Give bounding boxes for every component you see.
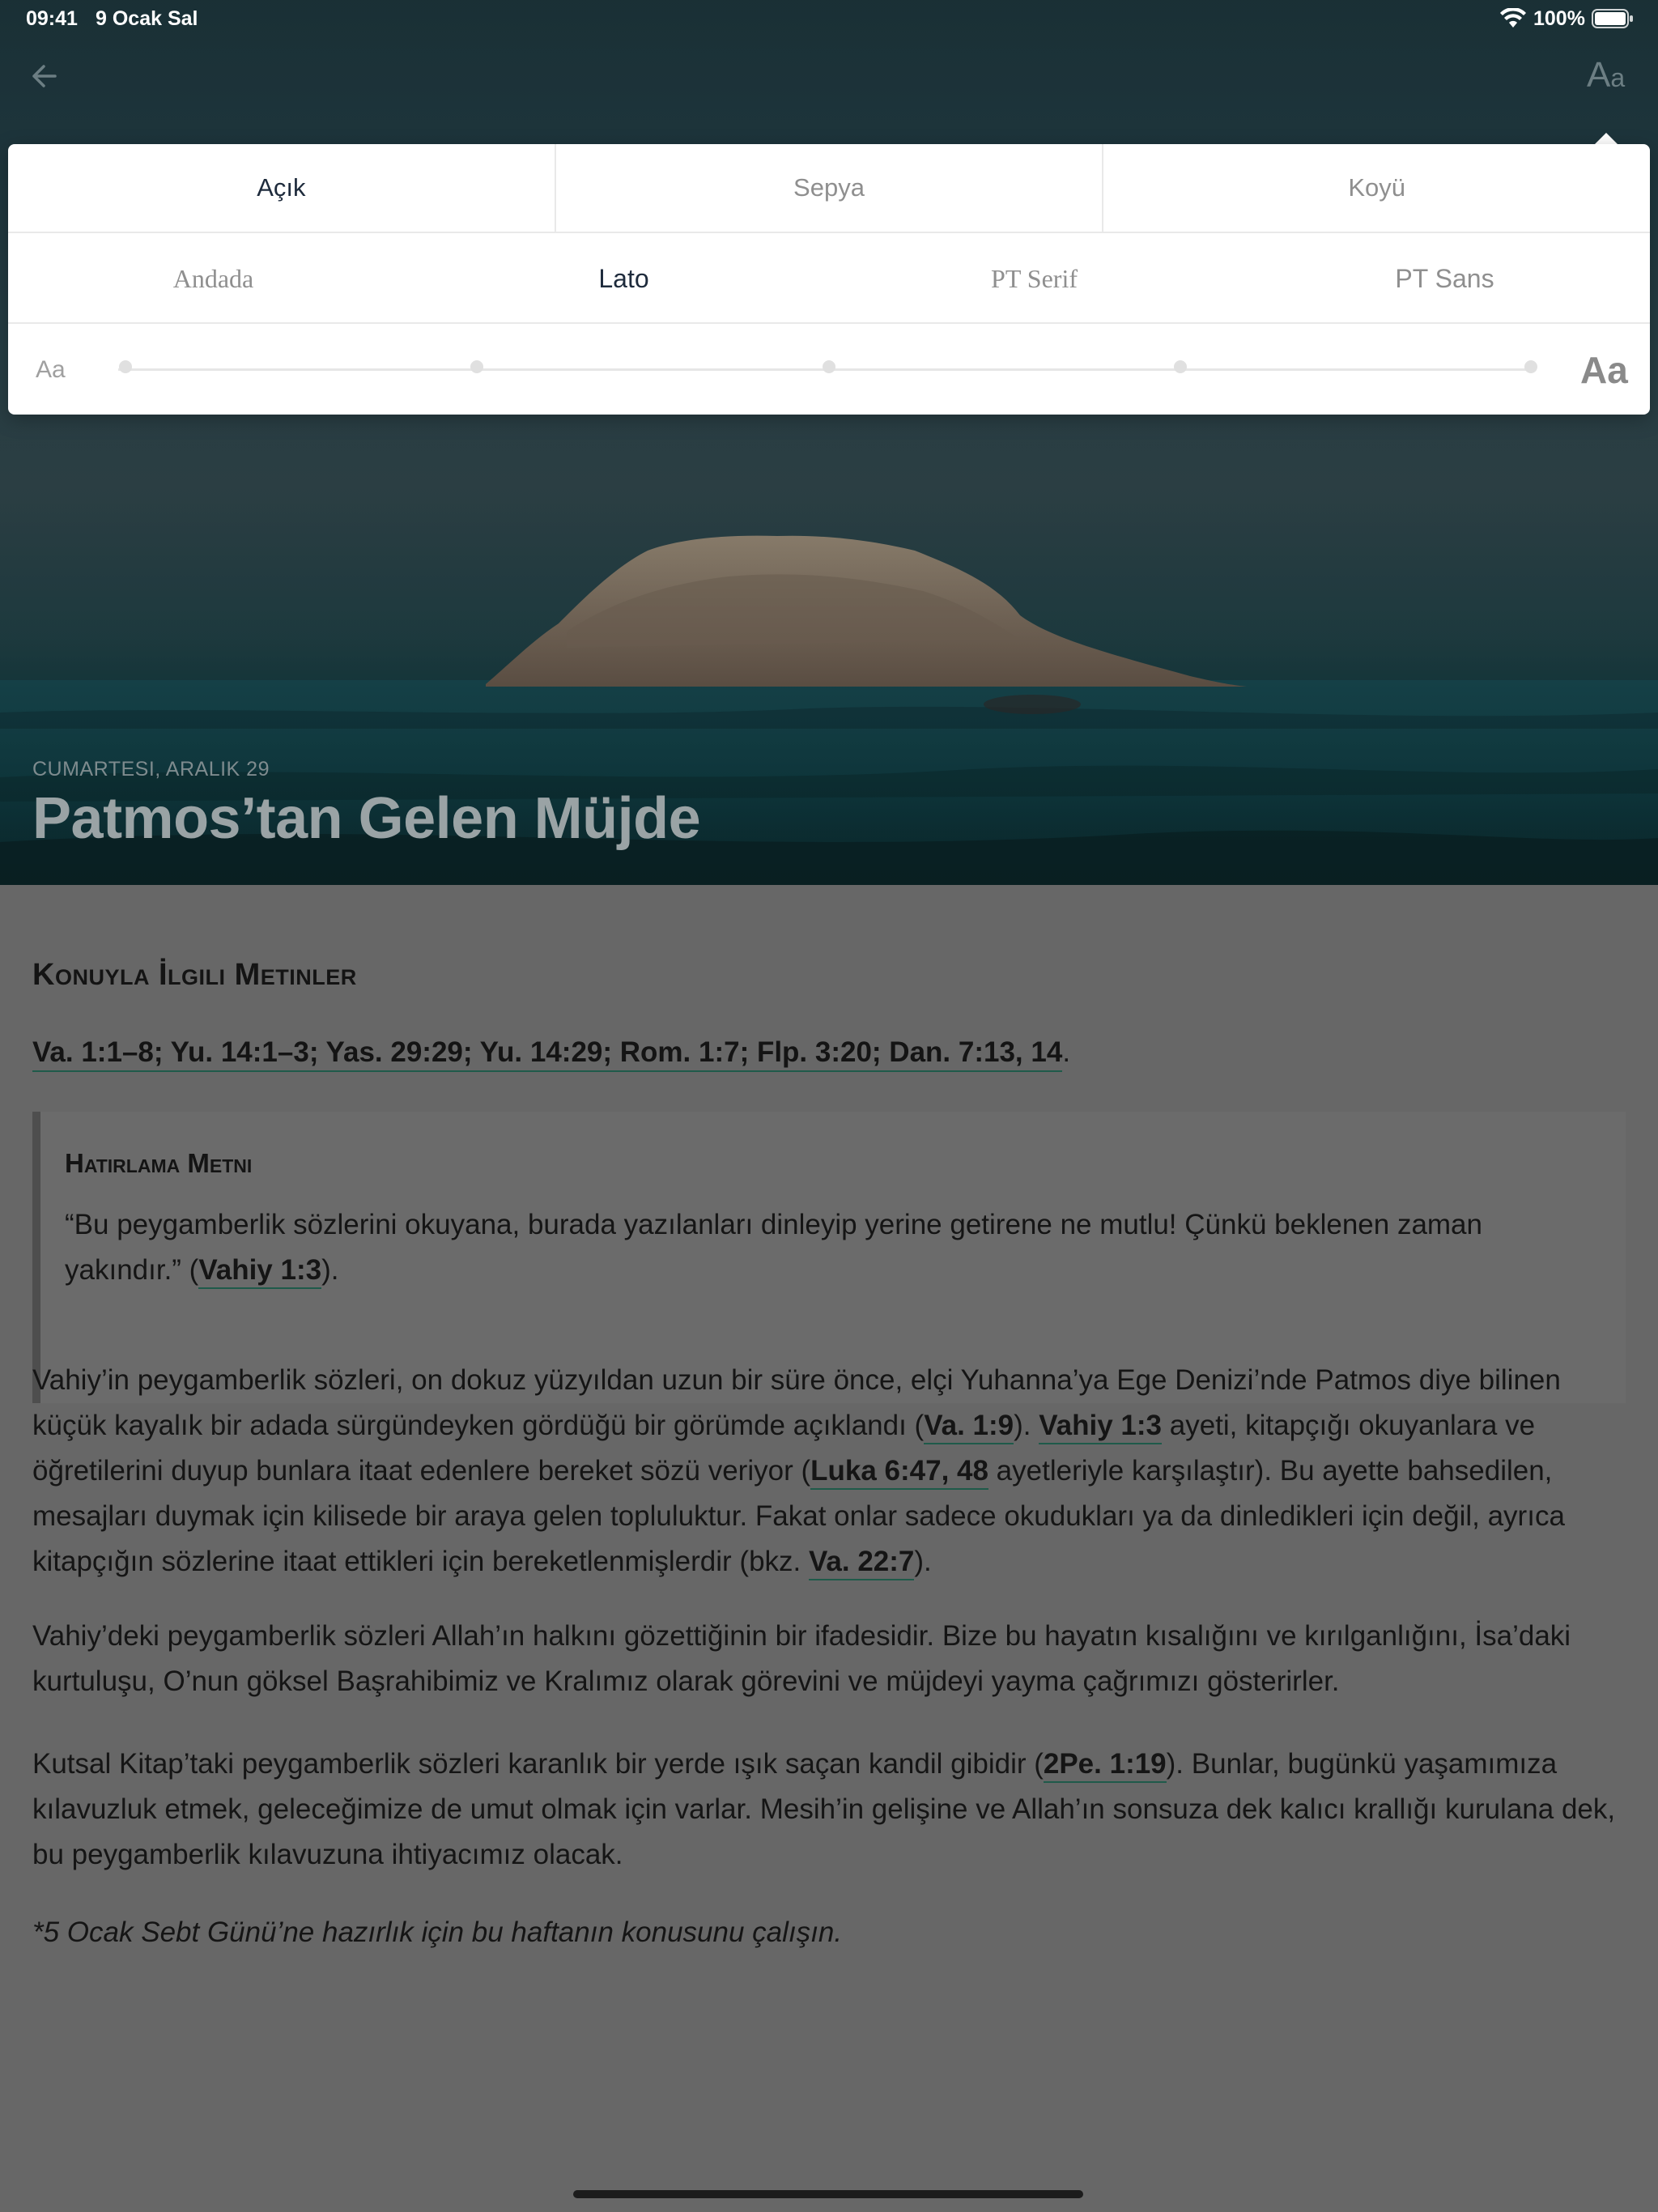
hero-shade xyxy=(0,0,1658,885)
lesson-title: Patmos’tan Gelen Müjde xyxy=(32,786,701,851)
font-andada-button[interactable]: Andada xyxy=(8,235,419,322)
arrow-left-icon[interactable] xyxy=(28,60,60,92)
memory-verse-end: ). xyxy=(321,1254,339,1286)
paragraph-1-text-e: ). xyxy=(914,1546,932,1577)
theme-sepia-button[interactable]: Sepya xyxy=(556,144,1104,232)
related-texts-heading: Konuyla İlgili Metinler xyxy=(32,958,357,992)
verse-link-2pe-1-19[interactable]: 2Pe. 1:19 xyxy=(1043,1748,1167,1783)
font-size-stop-2[interactable] xyxy=(470,360,483,373)
references-end: . xyxy=(1062,1036,1071,1068)
verse-link-luka-6-47[interactable]: Luka 6:47, 48 xyxy=(810,1455,988,1490)
font-pt-serif-button[interactable]: PT Serif xyxy=(829,235,1239,322)
study-note: *5 Ocak Sebt Günü’ne hazırlık için bu ha… xyxy=(32,1916,843,1948)
related-texts-references: Va. 1:1–8; Yu. 14:1–3; Yas. 29:29; Yu. 1… xyxy=(32,1036,1071,1072)
wifi-icon xyxy=(1500,8,1526,28)
font-size-small-label: Aa xyxy=(36,356,66,383)
font-selector: Andada Lato PT Serif PT Sans xyxy=(8,235,1650,324)
reader-page: 09:41 9 Ocak Sal 100% Aa CUMARTESI, ARAL… xyxy=(0,0,1658,2212)
verse-link-va-22-7[interactable]: Va. 22:7 xyxy=(809,1546,915,1580)
memory-verse-text: “Bu peygamberlik sözlerini okuyana, bura… xyxy=(65,1202,1603,1293)
verse-link-va-1-9[interactable]: Va. 1:9 xyxy=(924,1410,1014,1444)
verse-link-vahiy-1-3[interactable]: Vahiy 1:3 xyxy=(1039,1410,1162,1444)
font-size-stop-1[interactable] xyxy=(119,360,132,373)
text-settings-big-a: A xyxy=(1587,55,1611,95)
theme-dark-button[interactable]: Koyü xyxy=(1103,144,1650,232)
theme-light-button[interactable]: Açık xyxy=(8,144,556,232)
lesson-date: CUMARTESI, ARALIK 29 xyxy=(32,758,270,781)
text-settings-small-a: a xyxy=(1610,63,1626,92)
memory-verse-heading: Hatırlama Metni xyxy=(65,1148,253,1178)
text-settings-button[interactable]: Aa xyxy=(1587,55,1625,96)
paragraph-1-text-b: ). xyxy=(1014,1410,1039,1441)
paragraph-1: Vahiy’in peygamberlik sözleri, on dokuz … xyxy=(32,1358,1619,1585)
font-pt-sans-button[interactable]: PT Sans xyxy=(1239,235,1650,322)
hero-image: 09:41 9 Ocak Sal 100% Aa CUMARTESI, ARAL… xyxy=(0,0,1658,885)
font-lato-button[interactable]: Lato xyxy=(419,235,829,322)
status-time: 09:41 xyxy=(26,7,78,30)
reading-settings-popover: Açık Sepya Koyü Andada Lato PT Serif PT … xyxy=(8,144,1650,415)
lesson-content: Konuyla İlgili Metinler Va. 1:1–8; Yu. 1… xyxy=(0,885,1658,2212)
home-indicator[interactable] xyxy=(573,2190,1083,2198)
battery-percentage: 100% xyxy=(1533,7,1585,30)
status-date: 9 Ocak Sal xyxy=(96,7,198,30)
font-size-stop-3[interactable] xyxy=(823,360,835,373)
battery-icon xyxy=(1592,9,1633,28)
paragraph-2: Vahiy’deki peygamberlik sözleri Allah’ın… xyxy=(32,1620,1571,1697)
memory-verse-link[interactable]: Vahiy 1:3 xyxy=(198,1254,322,1289)
font-size-stop-4[interactable] xyxy=(1174,360,1187,373)
references-link[interactable]: Va. 1:1–8; Yu. 14:1–3; Yas. 29:29; Yu. 1… xyxy=(32,1036,1063,1072)
status-bar: 09:41 9 Ocak Sal 100% xyxy=(0,0,1658,39)
paragraph-3: Kutsal Kitap’taki peygamberlik sözleri k… xyxy=(32,1742,1619,1878)
font-size-large-label: Aa xyxy=(1580,349,1628,391)
font-size-stop-5[interactable] xyxy=(1524,360,1537,373)
paragraph-3-text-a: Kutsal Kitap’taki peygamberlik sözleri k… xyxy=(32,1748,1044,1780)
theme-selector: Açık Sepya Koyü xyxy=(8,144,1650,233)
